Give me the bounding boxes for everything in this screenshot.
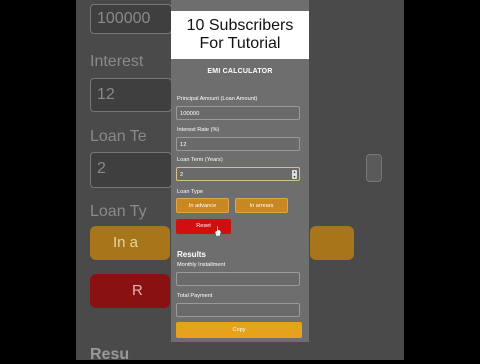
bg-arrears-button (310, 226, 354, 260)
bg-principal-value: 100000 (97, 10, 151, 27)
app-header: EMI CALCULATOR (207, 68, 273, 75)
copy-button[interactable]: Copy (176, 322, 302, 338)
loan-term-input[interactable]: 2 ▴ ▾ (176, 167, 300, 181)
video-title-card: 10 Subscribers For Tutorial (171, 11, 309, 59)
principal-input[interactable]: 100000 (176, 106, 300, 120)
principal-label: Principal Amount (Loan Amount) (177, 96, 258, 102)
monthly-installment-output (176, 272, 300, 286)
bg-type-label: Loan Ty (90, 203, 147, 220)
bg-interest-label: Interest (90, 53, 144, 70)
bg-reset-label: R (132, 282, 143, 299)
total-payment-output (176, 303, 300, 317)
reset-button[interactable]: Reset (176, 219, 231, 234)
bg-reset-button (90, 274, 170, 308)
bg-term-value: 2 (97, 160, 106, 177)
in-advance-button[interactable]: In advance (176, 198, 229, 213)
loan-term-value: 2 (180, 172, 184, 178)
bg-rate-value: 12 (97, 86, 115, 103)
title-line-1: 10 Subscribers (186, 17, 294, 34)
interest-rate-input[interactable]: 12 (176, 137, 300, 151)
loan-type-label: Loan Type (177, 189, 204, 195)
bg-results-label: Resu (90, 346, 130, 363)
bg-spinner (366, 154, 382, 182)
total-payment-label: Total Payment (177, 293, 213, 299)
results-heading: Results (177, 250, 206, 259)
title-line-2: For Tutorial (199, 35, 281, 52)
in-arrears-button[interactable]: In arrears (235, 198, 288, 213)
bg-term-label: Loan Te (90, 128, 147, 145)
phone-screen: 10 Subscribers For Tutorial EMI CALCULAT… (171, 0, 309, 342)
loan-term-label: Loan Term (Years) (177, 157, 223, 163)
bg-advance-label: In a (113, 234, 139, 251)
monthly-installment-label: Monthly Installment (177, 262, 226, 268)
interest-rate-label: Interest Rate (%) (177, 127, 220, 133)
number-spinner-icon[interactable]: ▴ ▾ (292, 169, 297, 179)
hand-cursor-icon (215, 226, 221, 236)
